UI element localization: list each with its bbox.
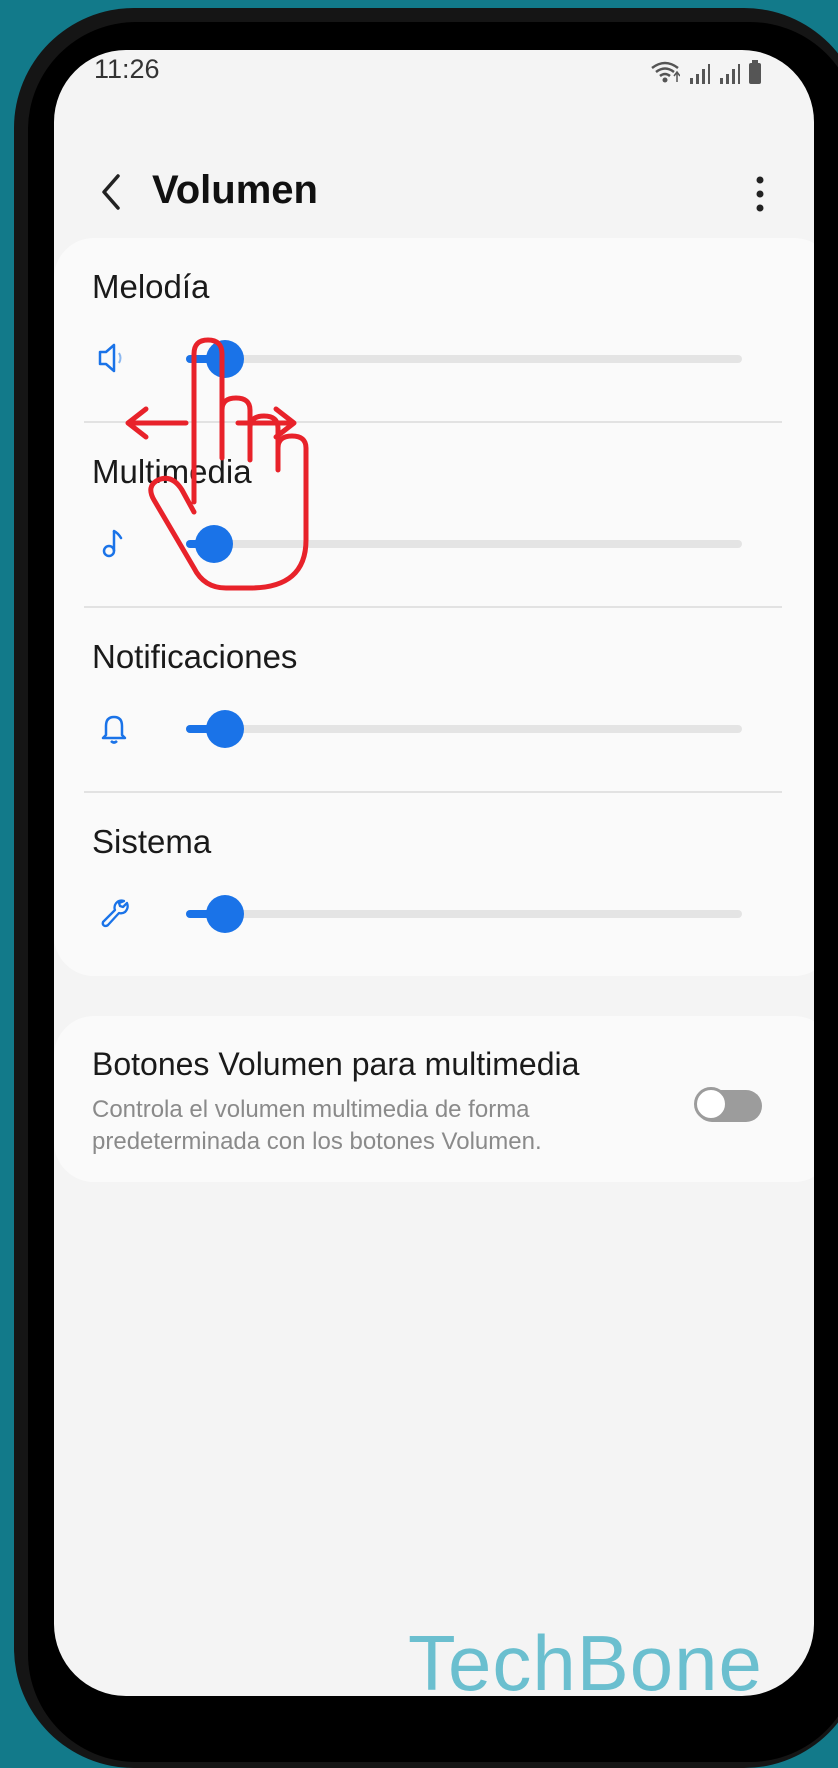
volume-slider[interactable]	[186, 895, 742, 933]
slider-thumb[interactable]	[205, 340, 244, 378]
slider-thumb[interactable]	[205, 710, 244, 748]
slider-thumb[interactable]	[205, 895, 244, 933]
status-bar: 11:26	[54, 50, 814, 110]
wrench-icon	[101, 899, 129, 928]
volume-slider[interactable]	[186, 340, 742, 378]
volume-label: Notificaciones	[92, 638, 298, 675]
wifi-icon	[651, 61, 680, 83]
music-note-icon	[102, 529, 123, 558]
battery-icon	[749, 60, 761, 84]
media-buttons-switch[interactable]	[694, 1087, 762, 1122]
volume-label: Sistema	[92, 823, 212, 860]
signal-icon	[690, 64, 710, 84]
back-button[interactable]	[90, 170, 134, 214]
volume-card: Melodía Multimedia Notificaciones Sistem…	[54, 238, 814, 976]
watermark: TechBone	[408, 1619, 763, 1696]
slider-thumb[interactable]	[194, 525, 233, 563]
volume-label: Melodía	[92, 268, 210, 305]
phone-screen: 11:26 Volumen Melodía Multimedia Notific…	[54, 50, 814, 1696]
status-icons	[650, 60, 762, 84]
volume-section-ringtone: Melodía	[54, 238, 814, 423]
more-options-button[interactable]	[750, 172, 770, 216]
volume-label: Multimedia	[92, 453, 252, 490]
volume-section-system: Sistema	[54, 793, 814, 978]
bell-icon	[101, 715, 127, 744]
status-time: 11:26	[94, 54, 160, 84]
page-title: Volumen	[152, 168, 318, 212]
volume-section-notifications: Notificaciones	[54, 608, 814, 793]
switch-knob	[694, 1087, 728, 1121]
volume-section-media: Multimedia	[54, 423, 814, 608]
signal-icon	[720, 64, 740, 84]
media-buttons-card[interactable]: Botones Volumen para multimedia Controla…	[54, 1016, 814, 1182]
app-header: Volumen	[54, 150, 814, 240]
media-buttons-title: Botones Volumen para multimedia	[92, 1046, 580, 1082]
speaker-icon	[98, 343, 122, 373]
media-buttons-description: Controla el volumen multimedia de forma …	[92, 1096, 542, 1155]
volume-slider[interactable]	[186, 525, 742, 563]
volume-slider[interactable]	[186, 710, 742, 748]
